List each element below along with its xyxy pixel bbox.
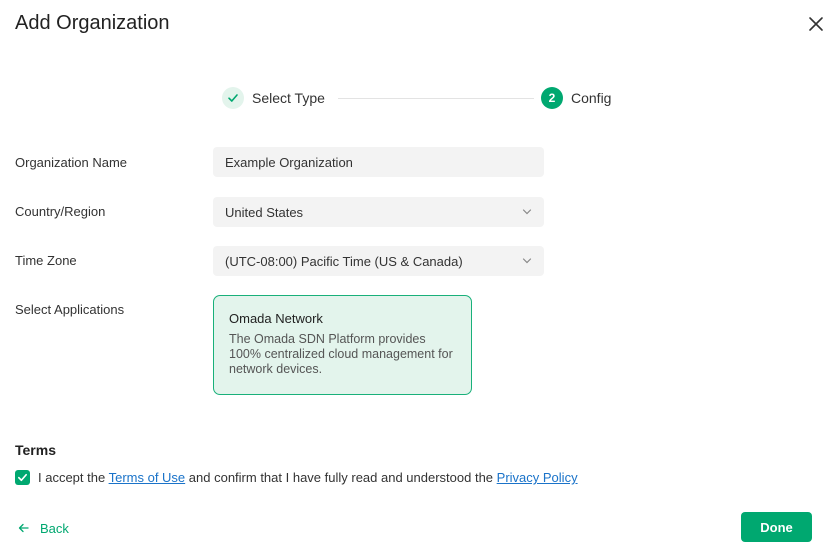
check-icon	[228, 94, 238, 102]
done-button[interactable]: Done	[741, 512, 812, 542]
terms-checkbox[interactable]	[15, 470, 30, 485]
back-label: Back	[40, 520, 69, 536]
omada-network-card[interactable]: Omada Network The Omada SDN Platform pro…	[213, 295, 472, 395]
org-name-field[interactable]	[213, 147, 544, 177]
timezone-value: (UTC-08:00) Pacific Time (US & Canada)	[225, 253, 463, 269]
check-icon	[18, 473, 27, 482]
terms-heading: Terms	[15, 442, 56, 458]
chevron-down-icon	[522, 209, 532, 215]
app-card-name: Omada Network	[229, 311, 323, 326]
terms-of-use-link[interactable]: Terms of Use	[109, 470, 186, 485]
dialog-title: Add Organization	[15, 12, 170, 34]
privacy-policy-link[interactable]: Privacy Policy	[497, 470, 578, 485]
arrow-left-icon	[18, 523, 29, 533]
terms-text-before: I accept the	[38, 470, 109, 485]
chevron-down-icon	[522, 258, 532, 264]
back-button[interactable]: Back	[18, 519, 69, 537]
country-label: Country/Region	[15, 204, 106, 219]
timezone-select[interactable]: (UTC-08:00) Pacific Time (US & Canada)	[213, 246, 544, 276]
step-done-badge	[222, 87, 244, 109]
org-name-label: Organization Name	[15, 155, 127, 170]
stepper: Select Type 2 Config	[222, 86, 622, 112]
org-name-input[interactable]	[213, 147, 544, 177]
country-value: United States	[225, 204, 304, 220]
applications-label: Select Applications	[15, 302, 125, 317]
step-connector	[338, 98, 534, 99]
step-config-badge: 2	[541, 87, 563, 109]
terms-statement: I accept the Terms of Use and confirm th…	[38, 470, 578, 485]
terms-text-middle: and confirm that I have fully read and u…	[185, 470, 497, 485]
close-icon	[809, 17, 823, 31]
country-select[interactable]: United States	[213, 197, 544, 227]
close-button[interactable]	[806, 14, 826, 34]
step-select-type-label: Select Type	[252, 90, 325, 106]
step-config-label: Config	[571, 90, 612, 106]
app-card-description: The Omada SDN Platform provides 100% cen…	[229, 332, 453, 376]
timezone-label: Time Zone	[15, 253, 77, 268]
